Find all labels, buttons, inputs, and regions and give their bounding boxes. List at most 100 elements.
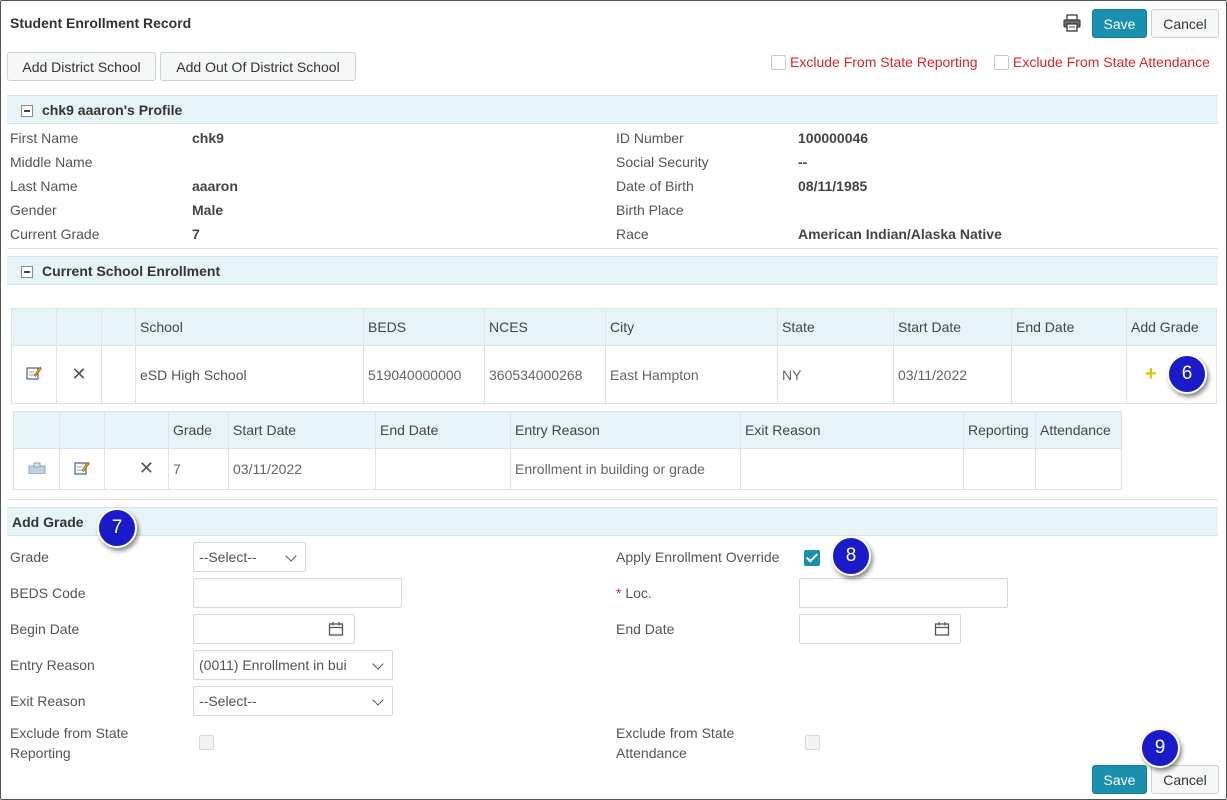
begin-date-label: Begin Date xyxy=(10,621,80,637)
first-name-label: First Name xyxy=(10,130,79,146)
loc-input[interactable] xyxy=(799,578,1008,608)
grade-col-exit-reason: Exit Reason xyxy=(740,411,964,449)
grade-table: Grade Start Date End Date Entry Reason E… xyxy=(13,411,1122,490)
delete-icon[interactable]: ✕ xyxy=(71,365,86,383)
enrollment-header-text: Current School Enrollment xyxy=(42,262,221,279)
grade-header-building xyxy=(13,411,60,449)
end-date-label: End Date xyxy=(616,621,675,637)
social-security-value: -- xyxy=(798,154,808,170)
col-state: State xyxy=(777,308,894,346)
add-grade-header-text: Add Grade xyxy=(12,513,84,530)
exclude-attendance-label-line1: Exclude from State xyxy=(616,725,735,741)
current-grade-value: 7 xyxy=(192,226,200,242)
grade-select[interactable]: --Select-- xyxy=(193,542,306,572)
calendar-icon[interactable] xyxy=(934,621,950,640)
grade-header-delete xyxy=(104,411,169,449)
cancel-button-top[interactable]: Cancel xyxy=(1151,9,1219,38)
entry-reason-label: Entry Reason xyxy=(10,657,95,673)
beds-code-input[interactable] xyxy=(193,578,402,608)
callout-badge-9: 9 xyxy=(1140,728,1180,768)
collapse-icon[interactable] xyxy=(21,105,33,117)
enrollment-section-header: Current School Enrollment xyxy=(7,256,1218,285)
beds-code-label: BEDS Code xyxy=(10,585,86,601)
col-nces: NCES xyxy=(484,308,606,346)
table-row: ✕ eSD High School 519040000000 360534000… xyxy=(11,345,1217,404)
end-date-input[interactable] xyxy=(799,614,961,644)
save-button-bottom[interactable]: Save xyxy=(1092,765,1147,794)
grade-select-value: --Select-- xyxy=(199,549,257,565)
grade-col-start-date: Start Date xyxy=(228,411,376,449)
grade-reporting-cell xyxy=(963,448,1036,490)
state-cell: NY xyxy=(777,345,894,404)
exclude-attendance-label: Exclude from State Attendance xyxy=(616,723,734,763)
save-button-top[interactable]: Save xyxy=(1092,9,1147,38)
delete-cell: ✕ xyxy=(56,345,102,404)
entry-reason-value: (0011) Enrollment in bui xyxy=(199,657,347,673)
grade-end-date-cell xyxy=(375,448,511,490)
city-cell: East Hampton xyxy=(605,345,778,404)
grade-col-grade: Grade xyxy=(168,411,229,449)
begin-date-input[interactable] xyxy=(193,614,355,644)
override-checkbox[interactable] xyxy=(804,550,820,566)
grade-start-date-cell: 03/11/2022 xyxy=(228,448,376,490)
chevron-down-icon xyxy=(372,658,384,670)
loc-label: * Loc. xyxy=(616,585,652,601)
collapse-icon[interactable] xyxy=(21,266,33,278)
gender-value: Male xyxy=(192,202,224,218)
add-out-of-district-school-button[interactable]: Add Out Of District School xyxy=(160,52,356,81)
exit-reason-select[interactable]: --Select-- xyxy=(193,686,393,716)
first-name-value: chk9 xyxy=(192,130,224,146)
grade-entry-reason-cell: Enrollment in building or grade xyxy=(510,448,741,490)
current-grade-label: Current Grade xyxy=(10,226,100,242)
exclude-attendance-label-line2: Attendance xyxy=(616,745,687,761)
middle-name-label: Middle Name xyxy=(10,154,93,170)
header-cell-blank xyxy=(101,308,136,346)
blank-cell xyxy=(101,345,136,404)
header-cell-delete xyxy=(56,308,102,346)
birth-place-label: Birth Place xyxy=(616,202,684,218)
grade-col-entry-reason: Entry Reason xyxy=(510,411,741,449)
edit-cell xyxy=(11,345,57,404)
exclude-state-reporting-checkbox[interactable] xyxy=(771,55,786,70)
plus-icon[interactable]: + xyxy=(1145,363,1157,385)
override-label: Apply Enrollment Override xyxy=(616,549,780,565)
delete-icon[interactable]: ✕ xyxy=(139,459,154,477)
grade-col-reporting: Reporting xyxy=(963,411,1036,449)
grade-cell: 7 xyxy=(168,448,229,490)
printer-icon[interactable] xyxy=(1062,14,1082,32)
building-cell xyxy=(13,448,60,490)
entry-reason-select[interactable]: (0011) Enrollment in bui xyxy=(193,650,393,680)
grade-header-edit xyxy=(59,411,105,449)
col-start-date: Start Date xyxy=(893,308,1012,346)
social-security-label: Social Security xyxy=(616,154,709,170)
calendar-icon[interactable] xyxy=(328,621,344,640)
school-cell: eSD High School xyxy=(135,345,364,404)
nces-cell: 360534000268 xyxy=(484,345,606,404)
edit-icon[interactable] xyxy=(26,365,42,380)
col-school: School xyxy=(135,308,364,346)
exclude-state-attendance-checkbox[interactable] xyxy=(994,55,1009,70)
building-icon[interactable] xyxy=(28,461,46,477)
page-title: Student Enrollment Record xyxy=(10,15,192,31)
exit-reason-value: --Select-- xyxy=(199,693,257,709)
exclude-state-attendance-label: Exclude From State Attendance xyxy=(1013,54,1210,70)
exclude-reporting-checkbox[interactable] xyxy=(199,735,214,750)
enrollment-divider xyxy=(7,499,1218,500)
grade-exit-reason-cell xyxy=(740,448,964,490)
profile-header-text: chk9 aaaron's Profile xyxy=(42,101,183,118)
add-district-school-button[interactable]: Add District School xyxy=(7,52,156,81)
add-grade-section-header: Add Grade xyxy=(7,507,1218,536)
edit-icon[interactable] xyxy=(74,460,90,475)
callout-badge-6: 6 xyxy=(1167,354,1207,394)
cancel-button-bottom[interactable]: Cancel xyxy=(1151,765,1219,794)
gender-label: Gender xyxy=(10,202,57,218)
exclude-reporting-label: Exclude from State Reporting xyxy=(10,723,128,763)
col-city: City xyxy=(605,308,778,346)
exclude-attendance-checkbox[interactable] xyxy=(805,735,820,750)
grade-col-attendance: Attendance xyxy=(1035,411,1122,449)
table-row: ✕ 7 03/11/2022 Enrollment in building or… xyxy=(13,448,1122,490)
grade-label: Grade xyxy=(10,549,49,565)
id-number-label: ID Number xyxy=(616,130,684,146)
col-add-grade: Add Grade xyxy=(1126,308,1217,346)
grade-attendance-cell xyxy=(1035,448,1122,490)
